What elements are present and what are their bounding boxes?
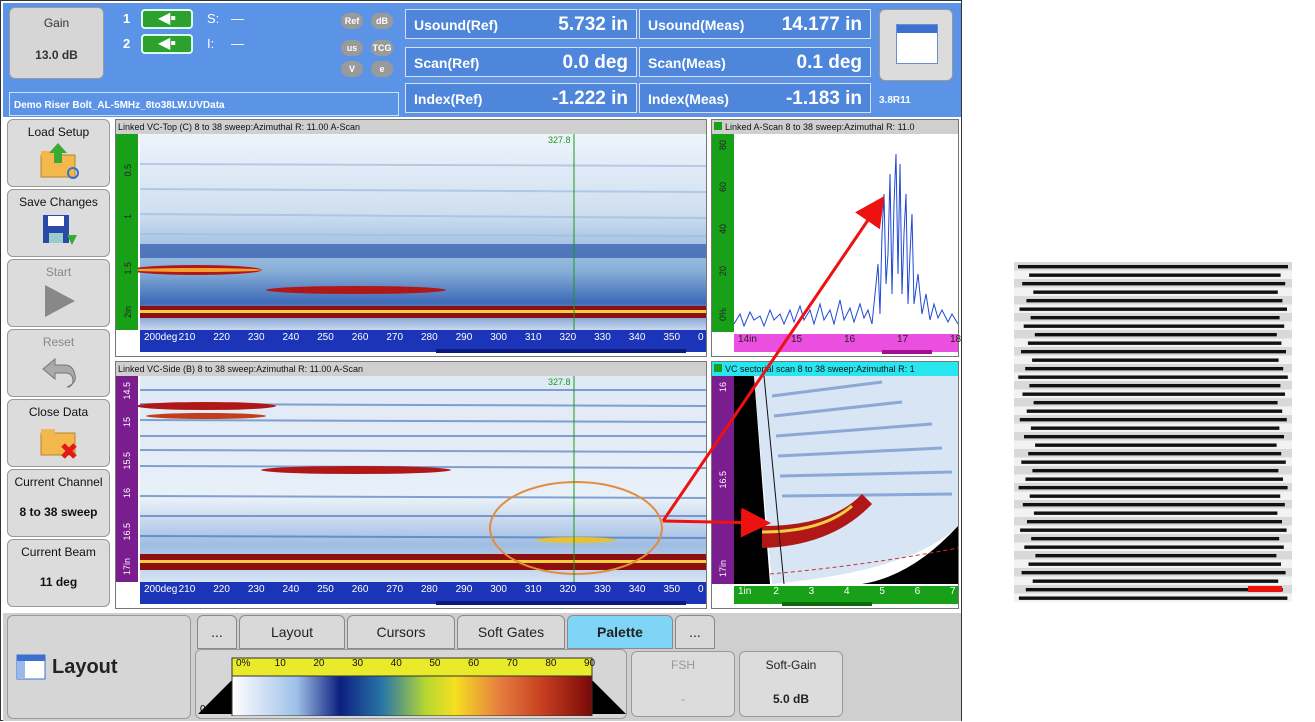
stripe-line: [1021, 570, 1286, 575]
stripe-line: [1029, 383, 1281, 388]
stripe-line: [1032, 358, 1279, 362]
stripe-line: [1031, 536, 1280, 541]
layout-mode-button[interactable]: Layout: [7, 615, 191, 719]
stripe-line: [1018, 375, 1288, 379]
stripe-line: [1018, 264, 1288, 269]
tab-more-right[interactable]: ...: [675, 615, 715, 649]
stripe-line: [1022, 502, 1285, 507]
palette-max: 100.0: [592, 704, 618, 715]
stripe-line: [1032, 579, 1279, 583]
palette-ruler: 0% 10 20 30 40 50 60 70 80 90: [232, 658, 596, 672]
stripe-line: [1025, 366, 1284, 371]
stripe-line: [1021, 460, 1286, 464]
stripe-line: [1029, 273, 1281, 277]
tab-more-left[interactable]: ...: [197, 615, 237, 649]
tick-label: 70: [506, 658, 518, 669]
stripe-line: [1019, 307, 1287, 311]
stripe-line: [1021, 349, 1286, 354]
stripe-line: [1024, 434, 1284, 439]
stripe-line: [1034, 332, 1277, 337]
arrow-to-sectorial: [662, 507, 771, 538]
stripe-line: [1032, 468, 1279, 473]
stripe-line: [1025, 477, 1283, 481]
stripe-line: [1030, 426, 1280, 430]
stripe-line: [1028, 451, 1282, 456]
stripe-line: [1020, 528, 1287, 532]
tick-label: 80: [545, 658, 557, 669]
stripe-line: [1022, 392, 1285, 396]
fsh-label: FSH: [671, 658, 695, 672]
layout-mode-label: Layout: [52, 656, 118, 678]
stripe-line: [1027, 519, 1282, 524]
stripe-line: [1035, 443, 1277, 447]
stripe-line: [1024, 545, 1284, 549]
layout-icon: [16, 654, 46, 680]
fsh-value: -: [681, 692, 685, 706]
stripe-line: [1033, 400, 1278, 405]
striped-pattern-svg: [1014, 262, 1292, 602]
stripe-line: [1023, 324, 1285, 328]
stripe-line: [1018, 485, 1288, 490]
tick-label: 40: [390, 658, 402, 669]
tab-cursors[interactable]: Cursors: [347, 615, 455, 649]
stripe-line: [1035, 553, 1277, 558]
tick-label: 10: [274, 658, 286, 669]
tick-label: 90: [584, 658, 596, 669]
arrow-to-a-scan: [661, 196, 885, 522]
stripe-line: [1019, 417, 1287, 422]
fsh-button[interactable]: FSH -: [631, 651, 735, 717]
tab-soft-gates[interactable]: Soft Gates: [457, 615, 565, 649]
palette-min: 0.0: [200, 704, 214, 715]
tick-label: 20: [313, 658, 325, 669]
stripe-line: [1022, 281, 1286, 286]
soft-gain-label: Soft-Gain: [765, 658, 817, 672]
stripe-line: [1026, 298, 1283, 303]
stripe-line: [1027, 341, 1282, 345]
soft-gain-value: 5.0 dB: [772, 692, 809, 706]
tab-layout[interactable]: Layout: [239, 615, 345, 649]
tick-label: 50: [429, 658, 441, 669]
tick-label: 0%: [236, 658, 251, 669]
soft-gain-button[interactable]: Soft-Gain 5.0 dB: [739, 651, 843, 717]
tick-label: 60: [468, 658, 480, 669]
app-window: Gain 13.0 dB 1 ◀▪ S: — 2 ◀▪ I: — Ref dB …: [0, 0, 962, 721]
red-marker: [1248, 586, 1282, 592]
striped-pattern-image: [1014, 262, 1292, 602]
stripe-line: [1028, 562, 1281, 566]
stripe-line: [1029, 494, 1281, 498]
stripe-line: [1025, 587, 1283, 592]
tab-palette[interactable]: Palette: [567, 615, 673, 649]
stripe-line: [1030, 315, 1280, 320]
stripe-line: [1026, 409, 1283, 413]
stripe-line: [1033, 290, 1278, 294]
palette-panel[interactable]: 0% 10 20 30 40 50 60 70 80 90 0.0 100.0: [195, 649, 627, 719]
stripe-line: [1018, 596, 1288, 600]
stripe-line: [1033, 511, 1278, 515]
tick-label: 30: [352, 658, 364, 669]
